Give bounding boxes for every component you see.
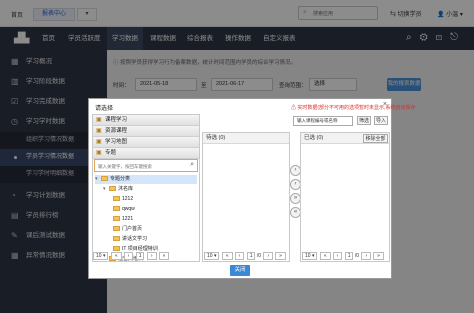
select-dialog: 请选择 × ⚠ 实时数据(部分不可用的选项暂时未显示,系统自动保存 ▣ 课程学习 … [88,98,415,279]
folder-icon [113,226,120,232]
pending-header: 待选 (0) [203,133,289,144]
close-button[interactable]: 关闭 [230,265,250,276]
pending-panel: 待选 (0) [202,132,290,262]
search-icon[interactable]: ⌕ [190,161,194,169]
course-icon: ▣ [96,117,102,123]
folder-icon [113,206,120,212]
last-page-button[interactable]: » [275,252,286,260]
tree-leaf[interactable]: 门户首页 [113,225,142,234]
filter-button[interactable]: 筛选 [357,116,371,125]
next-page-button[interactable]: › [263,252,274,260]
folder-icon [113,236,120,242]
accordion-topic[interactable]: ▣ 专题 [93,148,199,159]
page-size-select[interactable]: 10 ▾ [93,252,109,260]
accordion-map[interactable]: ▣ 学习地图 [93,137,199,148]
next-page-button[interactable]: › [146,252,157,260]
first-page-button[interactable]: « [319,252,331,260]
remove-all-button[interactable]: 移除全部 [363,134,388,143]
accordion-course-study[interactable]: ▣ 课程学习 [93,115,199,126]
accordion-resource[interactable]: ▣ 资源课程 [93,126,199,137]
tree-leaf[interactable]: 1212 [113,195,133,204]
page-number-input[interactable]: 1 [344,252,354,260]
tree-pager: 10 ▾ «‹ 1 ›» [93,251,170,261]
first-page-button[interactable]: « [110,252,122,260]
page-number-input[interactable]: 1 [246,252,256,260]
selected-pager: 10 ▾ «‹ 1 /0 ›» [302,251,385,261]
dialog-title: 请选择 [95,106,114,112]
pending-pager: 10 ▾ «‹ 1 /0 ›» [204,251,287,261]
folder-icon [101,176,108,182]
course-code-input[interactable]: 输入课程编号或名称 [293,116,353,126]
page-total: /0 [354,253,360,259]
tree-leaf[interactable]: 1221 [113,215,133,224]
page-size-select[interactable]: 10 ▾ [302,252,318,260]
folder-icon [109,186,116,192]
tree-leaf[interactable]: qwqw [113,205,135,214]
resource-icon: ▣ [96,128,102,134]
prev-page-button[interactable]: ‹ [123,252,134,260]
tree-search-input[interactable] [98,162,186,170]
warning-text: ⚠ 实时数据(部分不可用的选项暂时未显示,系统自动保存 [291,105,416,111]
last-page-button[interactable]: » [373,252,384,260]
map-icon: ▣ [96,139,102,145]
category-panel: ▣课程学习 ▣资源课程 ▣学习地图 ▣专题 ⌕ ▾专题分类 ▾沐名库 1212 … [92,114,200,262]
topic-icon: ▣ [96,150,102,156]
tree-node-root[interactable]: ▾ 专题分类 [95,175,197,184]
folder-icon [113,196,120,202]
prev-page-button[interactable]: ‹ [234,252,245,260]
page-number-input[interactable]: 1 [135,252,145,260]
prev-page-button[interactable]: ‹ [332,252,343,260]
last-page-button[interactable]: » [158,252,170,260]
first-page-button[interactable]: « [221,252,233,260]
selected-panel: 已选 (0) 移除全部 [300,132,390,262]
import-button[interactable]: 导入 [374,116,388,125]
tree-leaf[interactable]: 讲话文学习 [113,235,147,244]
next-page-button[interactable]: › [361,252,372,260]
tree-search[interactable]: ⌕ [94,159,198,172]
tree-node-child[interactable]: ▾ 沐名库 [103,185,133,194]
folder-icon [113,216,120,222]
page-total: /0 [256,253,262,259]
page-size-select[interactable]: 10 ▾ [204,252,220,260]
